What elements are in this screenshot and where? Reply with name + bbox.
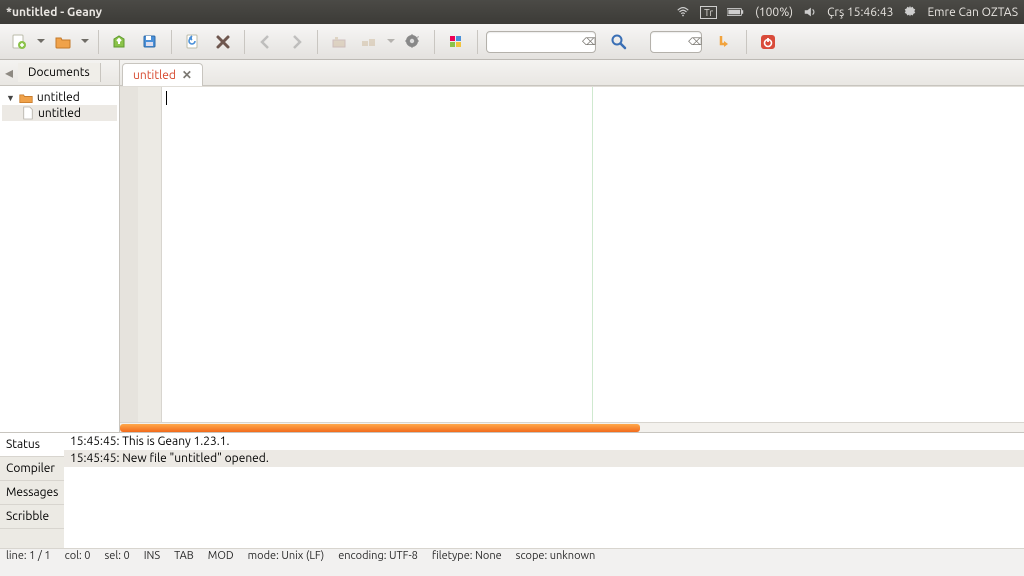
build-dropdown[interactable]: [386, 29, 396, 55]
compile-button[interactable]: [326, 29, 352, 55]
editor-tab-label: untitled: [133, 69, 176, 82]
status-tab: TAB: [174, 550, 194, 562]
folder-icon: [19, 92, 33, 104]
sidebar-tabbar: ◂ Documents: [0, 60, 119, 86]
code-editor[interactable]: [120, 86, 1024, 422]
save-button[interactable]: [107, 29, 133, 55]
battery-icon[interactable]: [727, 7, 745, 17]
status-mod: MOD: [208, 550, 234, 562]
status-bar: line: 1 / 1 col: 0 sel: 0 INS TAB MOD mo…: [0, 548, 1024, 562]
window-title: *untitled - Geany: [6, 6, 102, 19]
editor-area: untitled ✕: [120, 60, 1024, 432]
wifi-icon[interactable]: [676, 5, 690, 19]
goto-line-input[interactable]: [650, 31, 702, 53]
sidebar-scroll-left-icon[interactable]: ◂: [0, 63, 18, 82]
new-file-dropdown[interactable]: [36, 29, 46, 55]
message-row[interactable]: 15:45:45: New file "untitled" opened.: [64, 450, 1024, 467]
status-sel: sel: 0: [105, 550, 130, 562]
marker-margin: [120, 87, 138, 422]
message-list[interactable]: 15:45:45: This is Geany 1.23.1. 15:45:45…: [64, 433, 1024, 548]
nav-forward-button[interactable]: [283, 29, 309, 55]
message-tabs: Status Compiler Messages Scribble: [0, 433, 64, 548]
status-col: col: 0: [65, 550, 91, 562]
message-window: Status Compiler Messages Scribble 15:45:…: [0, 432, 1024, 548]
main-toolbar: ⌫ ⌫: [0, 24, 1024, 60]
tab-messages[interactable]: Messages: [0, 481, 64, 505]
tree-file-label: untitled: [38, 107, 81, 120]
sidebar: ◂ Documents ▼ untitled untitled: [0, 60, 120, 432]
message-row[interactable]: 15:45:45: This is Geany 1.23.1.: [64, 433, 1024, 450]
toolbar-separator: [98, 30, 99, 54]
build-button[interactable]: [356, 29, 382, 55]
text-area[interactable]: [162, 87, 1024, 422]
status-line: line: 1 / 1: [6, 550, 51, 562]
goto-line-button[interactable]: [712, 29, 738, 55]
nav-back-button[interactable]: [253, 29, 279, 55]
system-tray: Tr (100%) Çrş 15:46:43 Emre Can OZTAS: [676, 5, 1018, 19]
volume-icon[interactable]: [803, 5, 817, 19]
tab-compiler[interactable]: Compiler: [0, 457, 64, 481]
run-button[interactable]: [400, 29, 426, 55]
document-tree[interactable]: ▼ untitled untitled: [0, 86, 119, 432]
clock[interactable]: Çrş 15:46:43: [827, 6, 893, 19]
color-chooser-button[interactable]: [443, 29, 469, 55]
file-icon: [22, 106, 34, 120]
close-tab-icon[interactable]: ✕: [182, 68, 192, 82]
editor-tab-untitled[interactable]: untitled ✕: [122, 63, 203, 86]
battery-percent: (100%): [755, 6, 793, 19]
open-file-button[interactable]: [50, 29, 76, 55]
workspace: ◂ Documents ▼ untitled untitled untitled…: [0, 60, 1024, 432]
new-file-button[interactable]: [6, 29, 32, 55]
status-mode: mode: Unix (LF): [248, 550, 325, 562]
open-file-dropdown[interactable]: [80, 29, 90, 55]
tree-expand-icon[interactable]: ▼: [6, 93, 15, 103]
close-button[interactable]: [210, 29, 236, 55]
search-button[interactable]: [606, 29, 632, 55]
tree-root[interactable]: ▼ untitled: [2, 90, 117, 105]
search-input[interactable]: [486, 31, 596, 53]
user-menu[interactable]: Emre Can OZTAS: [927, 6, 1018, 19]
scrollbar-thumb[interactable]: [120, 424, 640, 432]
long-line-marker: [592, 87, 593, 422]
gear-icon[interactable]: [903, 5, 917, 19]
status-filetype: filetype: None: [432, 550, 502, 562]
keyboard-indicator[interactable]: Tr: [700, 6, 717, 19]
horizontal-scrollbar[interactable]: [120, 422, 1024, 432]
status-encoding: encoding: UTF-8: [338, 550, 418, 562]
tab-status[interactable]: Status: [0, 433, 64, 457]
sidebar-tab-documents[interactable]: Documents: [18, 63, 101, 82]
quit-button[interactable]: [755, 29, 781, 55]
editor-tabbar: untitled ✕: [120, 60, 1024, 86]
tree-file[interactable]: untitled: [2, 105, 117, 121]
line-gutter: [138, 87, 162, 422]
system-panel: *untitled - Geany Tr (100%) Çrş 15:46:43…: [0, 0, 1024, 24]
text-cursor: [166, 91, 167, 105]
tree-root-label: untitled: [37, 91, 80, 104]
revert-button[interactable]: [180, 29, 206, 55]
tab-scribble[interactable]: Scribble: [0, 505, 64, 529]
status-scope: scope: unknown: [516, 550, 596, 562]
status-ins: INS: [144, 550, 160, 562]
save-all-button[interactable]: [137, 29, 163, 55]
